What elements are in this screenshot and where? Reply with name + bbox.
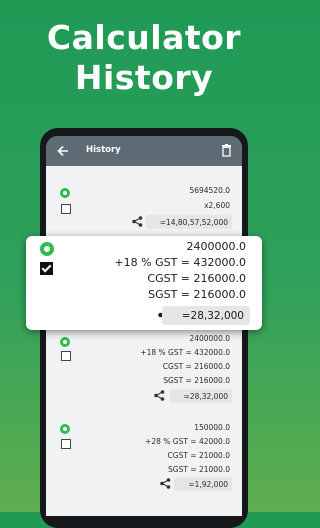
result-value: =28,32,000 (162, 306, 250, 325)
expression-line: SGST = 21000.0 (168, 465, 230, 474)
share-icon[interactable] (160, 478, 171, 489)
result-value: =14,80,57,52,000 (145, 215, 232, 229)
whatsapp-icon[interactable] (60, 188, 70, 198)
whatsapp-icon[interactable] (40, 242, 54, 256)
result-value: =1,92,000 (174, 477, 232, 491)
arrow-back-icon[interactable] (56, 144, 70, 158)
app-bar-title: History (86, 145, 121, 155)
headline-line-2: History (74, 58, 214, 97)
expression-line: +18 % GST = 432000.0 (114, 256, 246, 269)
expression-line: x2,600 (204, 201, 230, 210)
select-checkbox[interactable] (61, 204, 71, 214)
select-checkbox[interactable] (61, 439, 71, 449)
whatsapp-icon[interactable] (60, 424, 70, 434)
history-item[interactable]: 150000.0 +28 % GST = 42000.0 CGST = 2100… (46, 418, 242, 506)
expression-line: 2400000.0 (189, 334, 230, 343)
app-bar: History (46, 136, 242, 166)
result-value: =28,32,000 (169, 389, 232, 403)
select-checkbox-checked[interactable] (40, 262, 53, 275)
expression-line: SGST = 216000.0 (148, 288, 246, 301)
history-item[interactable]: 2400000.0 +18 % GST = 432000.0 CGST = 21… (46, 326, 242, 408)
headline-line-1: Calculator (46, 18, 242, 57)
expression-line: CGST = 216000.0 (162, 362, 230, 371)
expression-line: CGST = 216000.0 (147, 272, 246, 285)
headline: Calculator History (0, 18, 288, 98)
expression-line: +18 % GST = 432000.0 (140, 348, 230, 357)
share-icon[interactable] (154, 390, 165, 401)
whatsapp-icon[interactable] (60, 337, 70, 347)
trash-icon[interactable] (221, 144, 232, 157)
share-icon[interactable] (132, 216, 143, 227)
expression-line: 2400000.0 (186, 240, 247, 253)
expression-line: SGST = 216000.0 (163, 376, 230, 385)
history-item[interactable]: 5694520.0 x2,600 =14,80,57,52,000 (46, 166, 242, 236)
select-checkbox[interactable] (61, 351, 71, 361)
expression-line: +28 % GST = 42000.0 (145, 437, 230, 446)
expression-line: 150000.0 (194, 423, 230, 432)
expression-line: 5694520.0 (189, 186, 230, 195)
expression-line: CGST = 21000.0 (167, 451, 230, 460)
highlighted-history-item[interactable]: 2400000.0 +18 % GST = 432000.0 CGST = 21… (26, 236, 262, 330)
